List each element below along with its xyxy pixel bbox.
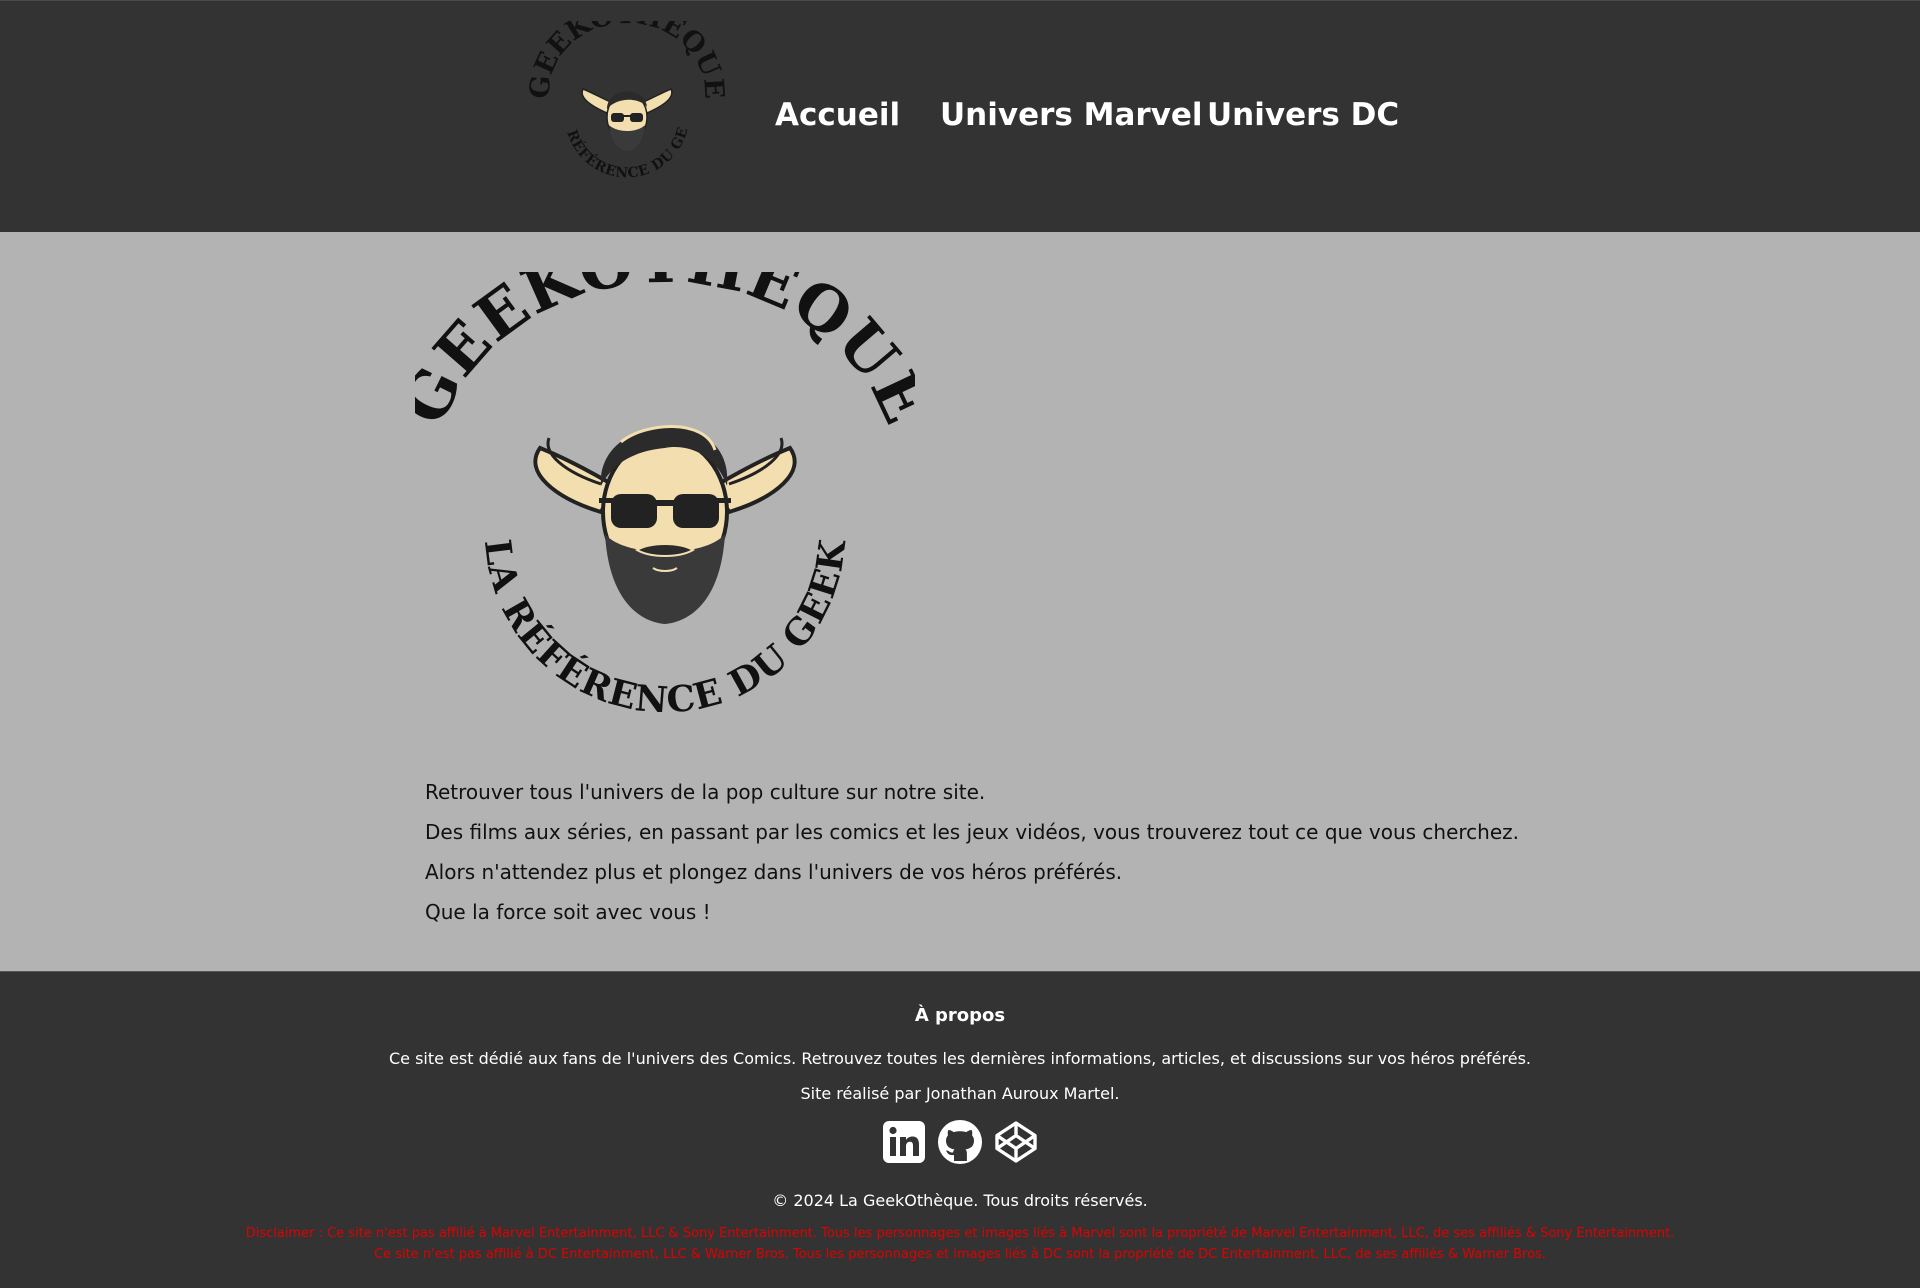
site-footer: À propos Ce site est dédié aux fans de l…	[0, 971, 1920, 1288]
disclaimer-line-marvel: Disclaimer : Ce site n'est pas affilié à…	[245, 1226, 1675, 1241]
nav-link-dc[interactable]: Univers DC	[1207, 97, 1399, 133]
intro-paragraph-4: Que la force soit avec vous !	[425, 900, 711, 924]
site-header: GEEKOTHÈQUE LA RÉFÉRENCE DU GEEK Accueil…	[0, 0, 1920, 232]
intro-paragraph-3: Alors n'attendez plus et plongez dans l'…	[425, 860, 1123, 884]
footer-title: À propos	[914, 1005, 1006, 1026]
nav-link-home[interactable]: Accueil	[775, 97, 900, 133]
header-logo-link[interactable]: GEEKOTHÈQUE LA RÉFÉRENCE DU GEEK	[520, 0, 729, 201]
intro-paragraph-2: Des films aux séries, en passant par les…	[425, 820, 1519, 844]
footer-description: Ce site est dédié aux fans de l'univers …	[388, 1049, 1531, 1068]
header-logo-image: GEEKOTHÈQUE LA RÉFÉRENCE DU GEEK	[520, 0, 729, 182]
footer-credit: Site réalisé par Jonathan Auroux Martel.	[800, 1084, 1120, 1103]
social-links	[0, 1119, 1920, 1165]
hero-logo-arc-top: GEEKOTHÈQUE	[415, 272, 915, 435]
hero-logo-image: GEEKOTHÈQUE LA RÉFÉRENCE DU GEEK	[415, 272, 915, 712]
nav-link-marvel[interactable]: Univers Marvel	[940, 97, 1203, 133]
codepen-link[interactable]	[993, 1119, 1039, 1165]
geek-face-graphic	[599, 425, 731, 624]
disclaimer-line-dc: Ce site n'est pas affilié à DC Entertain…	[374, 1247, 1546, 1262]
svg-text:GEEKOTHÈQUE: GEEKOTHÈQUE	[415, 272, 915, 435]
linkedin-link[interactable]	[881, 1119, 927, 1165]
github-icon	[938, 1120, 982, 1164]
svg-text:GEEKOTHÈQUE: GEEKOTHÈQUE	[527, 21, 727, 100]
main-content: GEEKOTHÈQUE LA RÉFÉRENCE DU GEEK	[0, 232, 1920, 971]
codepen-icon	[995, 1121, 1037, 1163]
header-logo-arc-top: GEEKOTHÈQUE	[524, 0, 729, 100]
footer-disclaimer: Disclaimer : Ce site n'est pas affilié à…	[0, 1223, 1920, 1265]
intro-paragraph-1: Retrouver tous l'univers de la pop cultu…	[425, 780, 986, 804]
footer-copyright: © 2024 La GeekOthèque. Tous droits réser…	[772, 1191, 1148, 1210]
github-link[interactable]	[937, 1119, 983, 1165]
intro-text-block: Retrouver tous l'univers de la pop cultu…	[425, 780, 1625, 940]
linkedin-icon	[883, 1121, 925, 1163]
